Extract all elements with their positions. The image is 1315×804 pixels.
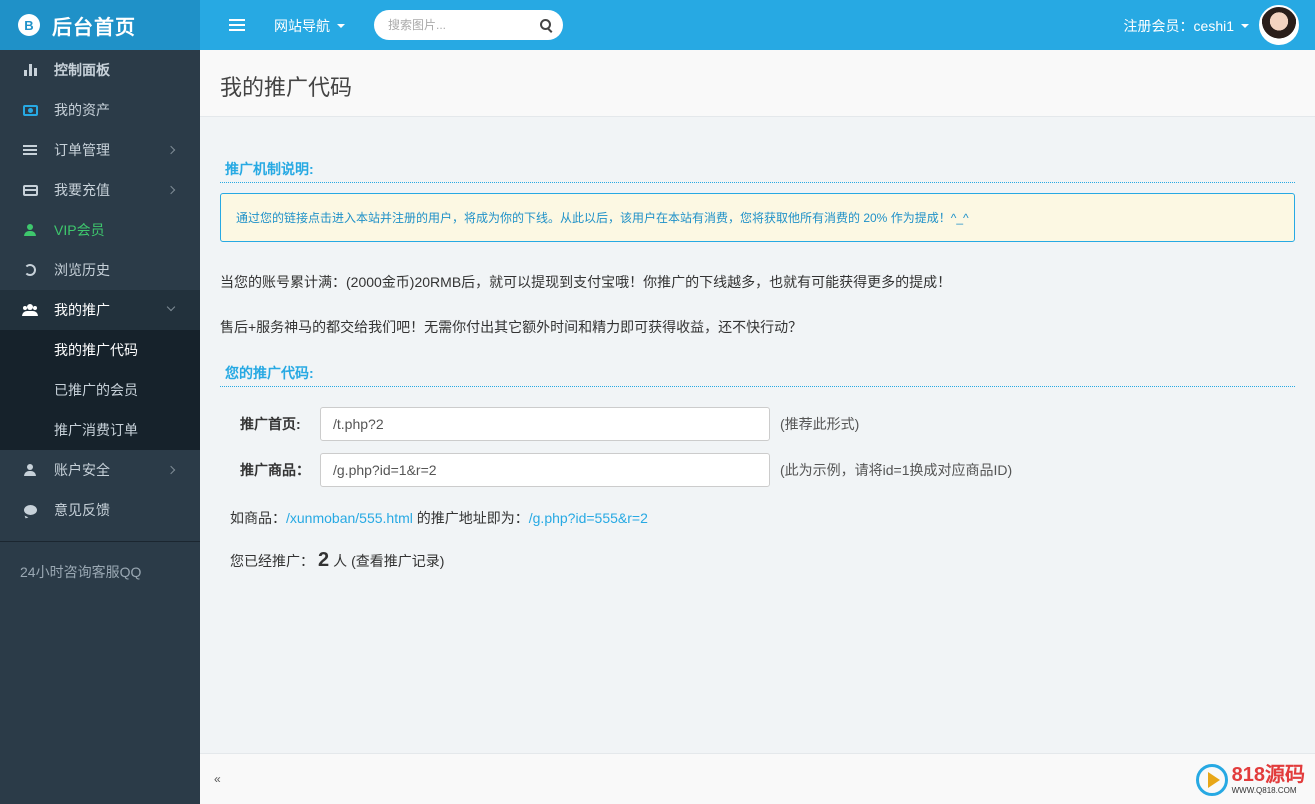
home-link-hint: (推荐此形式) — [780, 416, 860, 432]
user-label: 注册会员：ceshi1 — [1123, 18, 1234, 34]
site-nav-label: 网站导航 — [274, 18, 330, 34]
collapse-sidebar-icon[interactable]: « — [214, 772, 221, 786]
code-title: 您的推广代码: — [225, 365, 314, 381]
watermark-url: WWW.Q818.COM — [1231, 786, 1297, 795]
promotion-count: 2 — [318, 549, 330, 571]
top-navbar: B 后台首页 网站导航 注册会员：ceshi1 — [0, 0, 1315, 50]
submenu-item-orders[interactable]: 推广消费订单 — [0, 410, 200, 450]
search-input[interactable] — [388, 18, 528, 32]
user-menu[interactable]: 注册会员：ceshi1 — [1124, 16, 1249, 36]
sidebar-item-promotion[interactable]: 我的推广 — [0, 290, 200, 330]
menu-toggle-icon[interactable] — [229, 16, 245, 34]
sidebar-item-security[interactable]: 账户安全 — [0, 450, 200, 490]
chevron-down-icon — [166, 302, 176, 312]
view-records-link[interactable]: (查看推广记录) — [351, 551, 444, 571]
example-goods-link[interactable]: /xunmoban/555.html — [286, 510, 413, 526]
example-mid: 的推广地址即为： — [412, 510, 529, 526]
submenu-item-my-code[interactable]: 我的推广代码 — [0, 330, 200, 370]
sidebar-item-recharge[interactable]: 我要充值 — [0, 170, 200, 210]
sidebar-item-label: 我的推广 — [54, 302, 110, 318]
page-title: 我的推广代码 — [220, 75, 353, 100]
sidebar-item-label: 账户安全 — [54, 462, 110, 478]
search-box — [374, 10, 563, 40]
chevron-right-icon — [166, 465, 176, 475]
credit-card-icon — [22, 184, 38, 196]
bitcoin-logo-icon: B — [18, 14, 40, 36]
goods-link-input[interactable] — [320, 453, 770, 487]
user-icon — [22, 464, 38, 476]
goods-link-label: 推广商品： — [240, 462, 310, 478]
history-icon — [22, 264, 38, 276]
comment-icon — [22, 505, 38, 515]
sidebar: 控制面板 我的资产 订单管理 我要充值 VIP会员 浏览历史 我的推广 我的推广… — [0, 50, 200, 804]
sidebar-item-label: 我要充值 — [54, 182, 110, 198]
chevron-right-icon — [166, 185, 176, 195]
paragraph-withdraw: 当您的账号累计满：(2000金币)20RMB后，就可以提现到支付宝哦！你推广的下… — [220, 274, 952, 290]
avatar[interactable] — [1259, 5, 1299, 45]
brand[interactable]: B 后台首页 — [0, 0, 200, 50]
user-icon — [22, 224, 38, 236]
list-icon — [22, 145, 38, 155]
caret-down-icon — [337, 24, 345, 28]
sidebar-item-assets[interactable]: 我的资产 — [0, 90, 200, 130]
users-icon — [22, 304, 38, 316]
sidebar-item-feedback[interactable]: 意见反馈 — [0, 490, 200, 530]
promotion-submenu: 我的推广代码 已推广的会员 推广消费订单 — [0, 330, 200, 450]
count-prefix: 您已经推广： — [230, 553, 314, 569]
watermark-logo: 818源码 WWW.Q818.COM — [1195, 764, 1305, 796]
chevron-right-icon — [166, 145, 176, 155]
example-prefix: 如商品： — [230, 510, 286, 526]
paragraph-service: 售后+服务神马的都交给我们吧！无需你付出其它额外时间和精力即可获得收益，还不快行… — [220, 319, 803, 335]
divider — [220, 182, 1295, 183]
sidebar-item-label: 意见反馈 — [54, 502, 110, 518]
divider — [220, 386, 1295, 387]
example-line: 如商品：/xunmoban/555.html 的推广地址即为：/g.php?id… — [230, 508, 648, 528]
page-header: 我的推广代码 — [200, 50, 1315, 117]
home-link-row: 推广首页: (推荐此形式) — [240, 407, 859, 441]
bar-chart-icon — [22, 64, 38, 76]
sidebar-item-label: 控制面板 — [54, 62, 110, 78]
sidebar-item-label: 浏览历史 — [54, 262, 110, 278]
sidebar-item-dashboard[interactable]: 控制面板 — [0, 50, 200, 90]
submenu-item-members[interactable]: 已推广的会员 — [0, 370, 200, 410]
mechanism-title: 推广机制说明: — [225, 161, 314, 177]
example-result-link[interactable]: /g.php?id=555&r=2 — [529, 510, 648, 526]
count-unit: 人 — [333, 553, 348, 569]
notice-box: 通过您的链接点击进入本站并注册的用户，将成为你的下线。从此以后，该用户在本站有消… — [220, 193, 1295, 242]
support-qq-label[interactable]: 24小时咨询客服QQ — [0, 542, 200, 582]
promotion-count-line: 您已经推广： 2 人 (查看推广记录) — [230, 549, 444, 572]
play-logo-icon — [1195, 764, 1228, 796]
footer: « 818源码 WWW.Q818.COM — [200, 753, 1315, 804]
watermark-title: 818源码 — [1231, 764, 1305, 786]
sidebar-item-orders[interactable]: 订单管理 — [0, 130, 200, 170]
brand-title: 后台首页 — [52, 16, 136, 39]
home-link-label: 推广首页: — [240, 416, 301, 432]
sidebar-item-history[interactable]: 浏览历史 — [0, 250, 200, 290]
money-icon — [22, 104, 38, 116]
goods-link-hint: (此为示例，请将id=1换成对应商品ID) — [780, 462, 1013, 478]
sidebar-item-label: 我的资产 — [54, 102, 110, 118]
site-nav-dropdown[interactable]: 网站导航 — [274, 16, 345, 36]
home-link-input[interactable] — [320, 407, 770, 441]
sidebar-item-vip[interactable]: VIP会员 — [0, 210, 200, 250]
sidebar-item-label: 订单管理 — [54, 142, 110, 158]
sidebar-item-label: VIP会员 — [54, 222, 105, 238]
search-icon[interactable] — [540, 18, 553, 32]
goods-link-row: 推广商品： (此为示例，请将id=1换成对应商品ID) — [240, 453, 1012, 487]
caret-down-icon — [1241, 24, 1249, 28]
